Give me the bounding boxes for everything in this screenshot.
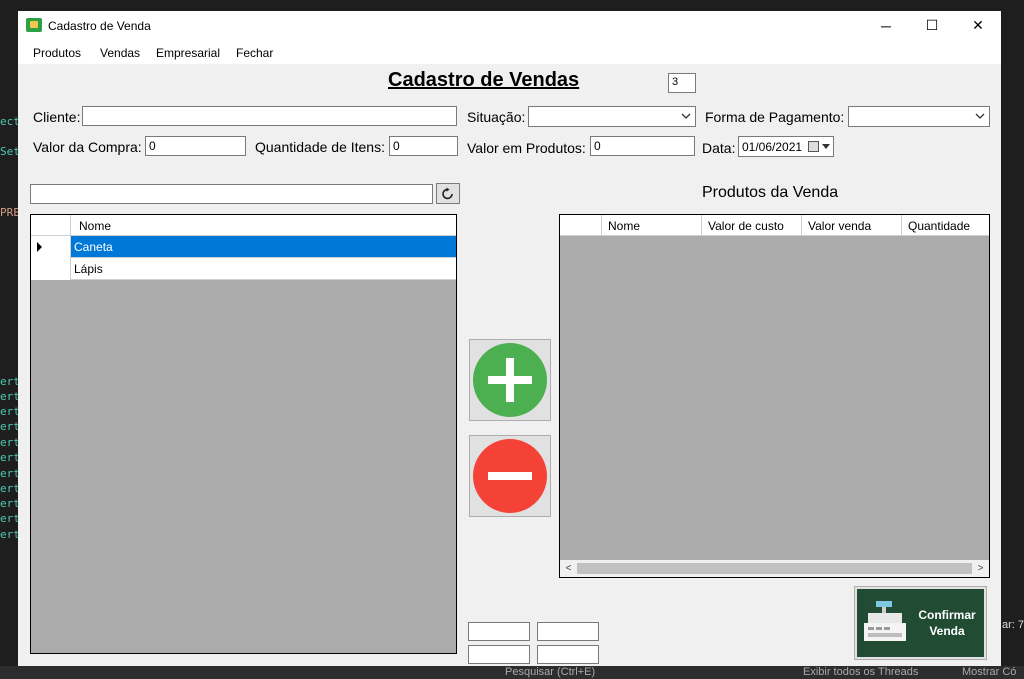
sale-grid-title: Produtos da Venda xyxy=(702,184,839,201)
column-header-valor-custo[interactable]: Valor de custo xyxy=(702,215,802,236)
situacao-select[interactable] xyxy=(528,106,696,127)
code-fragment: ert xyxy=(0,482,18,495)
screen: ect Set PRE ert ert ert ert ert ert ert … xyxy=(0,0,1024,679)
code-fragment: ert xyxy=(0,390,18,403)
row-header-corner xyxy=(31,215,71,236)
table-row[interactable]: Caneta xyxy=(31,236,456,258)
valor-produtos-input[interactable]: 0 xyxy=(590,136,695,156)
code-fragment: Set xyxy=(0,145,18,158)
column-header-quantidade[interactable]: Quantidade xyxy=(902,215,989,236)
menu-fechar[interactable]: Fechar xyxy=(236,46,273,60)
scroll-right-icon[interactable]: > xyxy=(972,560,989,577)
valor-compra-input[interactable]: 0 xyxy=(145,136,246,156)
cliente-input[interactable] xyxy=(82,106,457,126)
sale-grid-header: Nome Valor de custo Valor venda Quantida… xyxy=(560,215,989,236)
situacao-label: Situação: xyxy=(467,109,526,125)
valor-produtos-label: Valor em Produtos: xyxy=(467,140,586,156)
refresh-icon xyxy=(442,187,453,199)
calendar-icon[interactable] xyxy=(808,141,819,152)
code-fragment: ert xyxy=(0,451,18,464)
code-fragment: ert xyxy=(0,420,18,433)
code-fragment: ect xyxy=(0,115,18,128)
code-fragment: ert xyxy=(0,512,18,525)
code-fragment: ert xyxy=(0,467,18,480)
plus-icon xyxy=(473,343,547,417)
pagamento-select[interactable] xyxy=(848,106,990,127)
scrollbar-thumb[interactable] xyxy=(577,563,972,574)
ide-fragment: ar: 7 xyxy=(1002,619,1024,631)
close-button[interactable]: ✕ xyxy=(955,11,1001,40)
products-grid[interactable]: Nome Caneta Lápis xyxy=(30,214,457,654)
minimize-button[interactable]: ─ xyxy=(863,11,909,40)
pagamento-label: Forma de Pagamento: xyxy=(705,109,845,125)
qtd-itens-input[interactable]: 0 xyxy=(389,136,458,156)
date-picker[interactable]: 01/06/2021 xyxy=(738,136,834,157)
scroll-left-icon[interactable]: < xyxy=(560,560,577,577)
code-fragment: PRE xyxy=(0,206,18,219)
code-fragment: ert xyxy=(0,436,18,449)
page-title: Cadastro de Vendas xyxy=(388,69,580,91)
ide-background-left: ect Set PRE ert ert ert ert ert ert ert … xyxy=(0,0,18,679)
window-title: Cadastro de Venda xyxy=(48,19,151,33)
menu-vendas[interactable]: Vendas xyxy=(100,46,140,60)
ide-background-right: ar: 7 xyxy=(1000,0,1024,679)
row-selector[interactable] xyxy=(31,236,71,258)
cash-register-icon xyxy=(864,601,906,641)
menu-empresarial[interactable]: Empresarial xyxy=(156,46,220,60)
code-fragment: ert xyxy=(0,375,18,388)
column-header-valor-venda[interactable]: Valor venda xyxy=(802,215,902,236)
footer-field-1[interactable] xyxy=(468,622,530,641)
sale-id-field[interactable]: 3 xyxy=(668,73,696,93)
products-grid-header: Nome xyxy=(31,215,456,236)
footer-field-4[interactable] xyxy=(537,645,599,664)
ide-statusbar: Pesquisar (Ctrl+E) Exibir todos os Threa… xyxy=(0,666,1024,679)
code-fragment: ert xyxy=(0,528,18,541)
column-header-nome[interactable]: Nome xyxy=(71,215,456,236)
confirm-label-line-2: Venda xyxy=(929,624,965,638)
ide-threads-label[interactable]: Exibir todos os Threads xyxy=(803,666,918,678)
footer-field-3[interactable] xyxy=(468,645,530,664)
minus-icon xyxy=(473,439,547,513)
product-name-cell[interactable]: Lápis xyxy=(71,258,456,279)
confirm-label-line-1: Confirmar xyxy=(918,608,976,622)
product-name-cell[interactable]: Caneta xyxy=(71,236,456,257)
sale-products-grid[interactable]: Nome Valor de custo Valor venda Quantida… xyxy=(559,214,990,578)
ide-show-label[interactable]: Mostrar Có xyxy=(962,666,1016,678)
ide-search-box[interactable]: Pesquisar (Ctrl+E) xyxy=(505,666,595,678)
row-selector[interactable] xyxy=(31,258,71,280)
maximize-button[interactable]: ☐ xyxy=(909,11,955,40)
qtd-itens-label: Quantidade de Itens: xyxy=(255,139,385,155)
valor-compra-label: Valor da Compra: xyxy=(33,139,142,155)
remove-product-button[interactable] xyxy=(469,435,551,517)
date-value: 01/06/2021 xyxy=(742,140,803,154)
footer-field-2[interactable] xyxy=(537,622,599,641)
menu-produtos[interactable]: Produtos xyxy=(33,46,81,60)
refresh-button[interactable] xyxy=(436,183,460,204)
confirm-sale-button[interactable]: Confirmar Venda xyxy=(854,586,987,660)
menu-bar: Produtos Vendas Empresarial Fechar xyxy=(18,40,1001,64)
code-fragment: ert xyxy=(0,405,18,418)
title-bar: Cadastro de Venda ─ ☐ ✕ xyxy=(18,11,1001,40)
chevron-down-icon xyxy=(975,113,985,119)
product-search-input[interactable] xyxy=(30,184,433,204)
add-product-button[interactable] xyxy=(469,339,551,421)
sales-window: Cadastro de Venda ─ ☐ ✕ Produtos Vendas … xyxy=(18,11,1001,666)
dropdown-arrow-icon[interactable] xyxy=(822,144,830,149)
current-row-arrow-icon xyxy=(37,242,42,252)
table-row[interactable]: Lápis xyxy=(31,258,456,280)
code-fragment: ert xyxy=(0,497,18,510)
confirm-sale-label: Confirmar Venda xyxy=(909,607,985,639)
chevron-down-icon xyxy=(681,113,691,119)
app-icon xyxy=(26,18,42,32)
data-label: Data: xyxy=(702,140,736,156)
column-header-nome[interactable]: Nome xyxy=(602,215,702,236)
horizontal-scrollbar[interactable]: < > xyxy=(560,560,989,577)
row-header-corner xyxy=(560,215,602,236)
cliente-label: Cliente: xyxy=(33,109,81,125)
